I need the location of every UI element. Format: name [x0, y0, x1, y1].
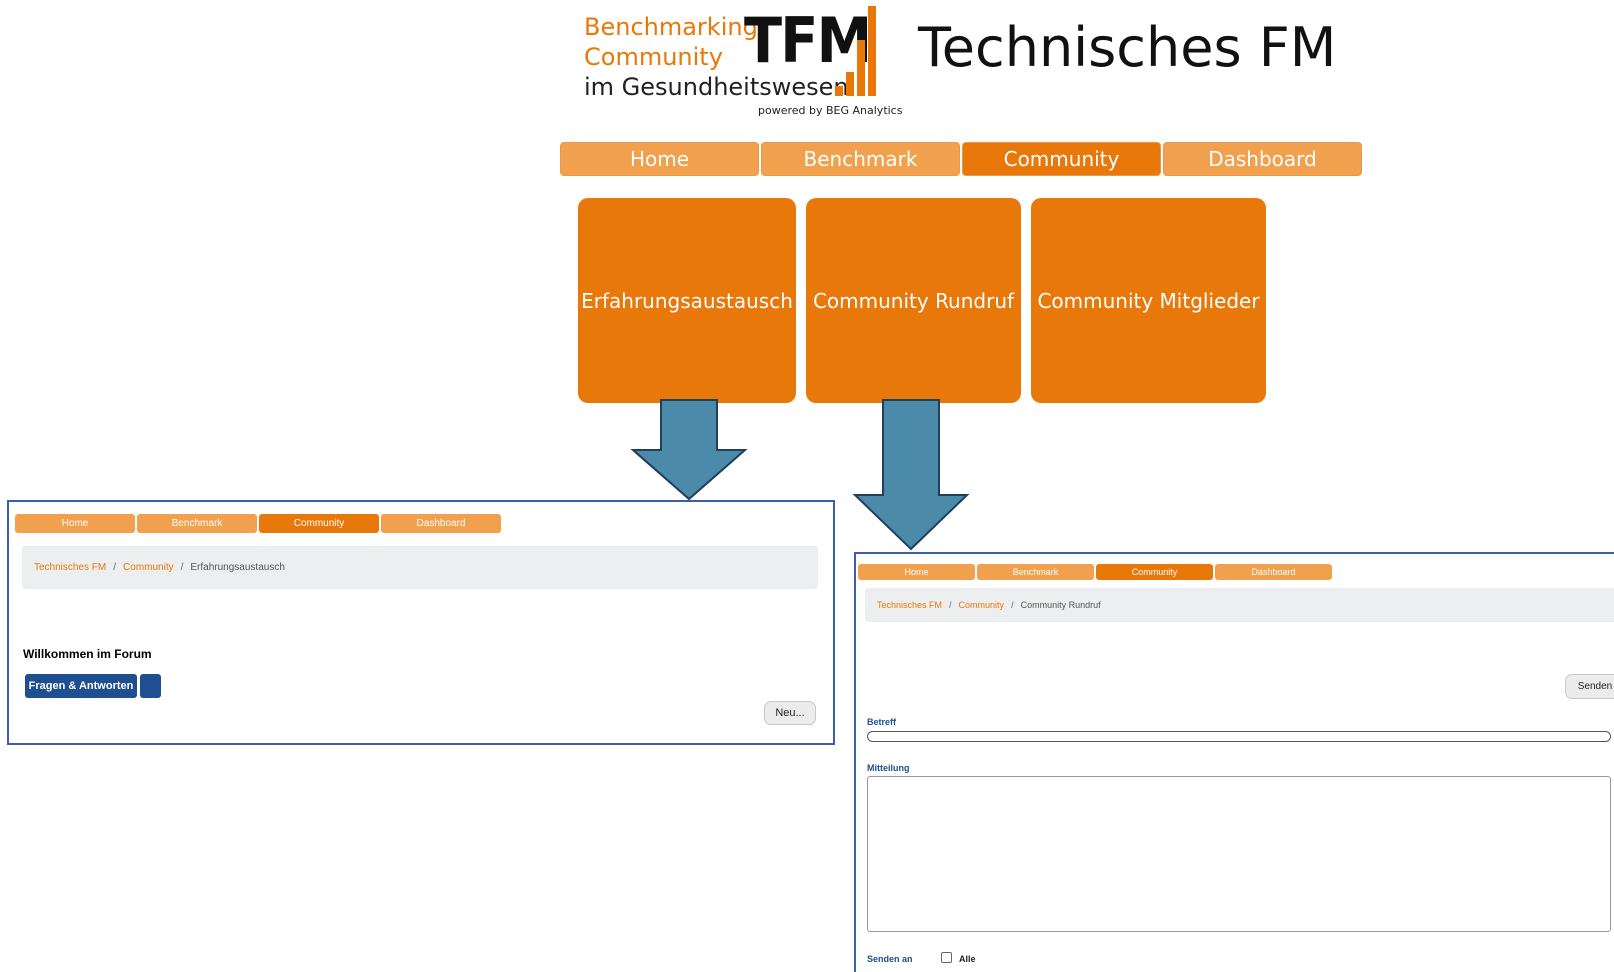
logo-line-2: Community	[584, 43, 723, 71]
breadcrumb-separator: /	[949, 600, 952, 610]
forum-nav-community[interactable]: Community	[259, 514, 379, 533]
tab-extra-button[interactable]	[140, 674, 161, 698]
breadcrumb-link[interactable]: Technisches FM	[34, 562, 106, 573]
tile-erfahrungsaustausch[interactable]: Erfahrungsaustausch	[578, 198, 796, 403]
breadcrumb: Technisches FM / Community / Erfahrungsa…	[22, 546, 818, 589]
forum-screenshot: Home Benchmark Community Dashboard Techn…	[7, 500, 835, 745]
tile-community-rundruf[interactable]: Community Rundruf	[806, 198, 1021, 403]
down-arrow-icon	[852, 399, 970, 551]
breadcrumb-current: Community Rundruf	[1020, 600, 1101, 610]
breadcrumb-link[interactable]: Technisches FM	[877, 600, 942, 610]
tile-community-mitglieder[interactable]: Community Mitglieder	[1031, 198, 1266, 403]
nav-home[interactable]: Home	[560, 142, 759, 176]
rundruf-screenshot: Home Benchmark Community Dashboard Techn…	[854, 552, 1614, 972]
down-arrow-icon	[630, 399, 748, 501]
all-checkbox-label: Alle	[959, 954, 976, 964]
forum-heading: Willkommen im Forum	[23, 647, 152, 661]
breadcrumb-current: Erfahrungsaustausch	[190, 562, 285, 573]
subject-input[interactable]	[867, 731, 1611, 742]
logo-line-1: Benchmarking	[584, 13, 758, 41]
logo-powered: powered by BEG Analytics	[758, 104, 903, 117]
main-nav: Home Benchmark Community Dashboard	[560, 142, 1362, 176]
breadcrumb-link[interactable]: Community	[959, 600, 1005, 610]
breadcrumb: Technisches FM / Community / Community R…	[865, 588, 1614, 622]
breadcrumb-separator: /	[180, 562, 184, 573]
all-checkbox[interactable]	[941, 952, 952, 963]
rundruf-nav: Home Benchmark Community Dashboard	[858, 564, 1332, 580]
site-title: Technisches FM	[918, 16, 1337, 79]
logo-mark: TFM	[744, 4, 872, 77]
nav-community[interactable]: Community	[962, 142, 1161, 176]
forum-nav-dashboard[interactable]: Dashboard	[381, 514, 501, 533]
message-textarea[interactable]	[867, 776, 1611, 932]
breadcrumb-separator: /	[1011, 600, 1014, 610]
rundruf-nav-home[interactable]: Home	[858, 564, 975, 580]
nav-benchmark[interactable]: Benchmark	[761, 142, 960, 176]
nav-dashboard[interactable]: Dashboard	[1163, 142, 1362, 176]
rundruf-nav-community[interactable]: Community	[1096, 564, 1213, 580]
rundruf-nav-dashboard[interactable]: Dashboard	[1215, 564, 1332, 580]
subject-label: Betreff	[867, 717, 897, 727]
tab-fragen-antworten[interactable]: Fragen & Antworten	[25, 674, 137, 698]
send-to-label: Senden an	[867, 954, 913, 964]
rundruf-nav-benchmark[interactable]: Benchmark	[977, 564, 1094, 580]
message-label: Mitteilung	[867, 763, 910, 773]
new-post-button[interactable]: Neu...	[764, 701, 816, 725]
send-button[interactable]: Senden	[1565, 674, 1614, 699]
forum-nav-home[interactable]: Home	[15, 514, 135, 533]
forum-nav: Home Benchmark Community Dashboard	[15, 514, 501, 533]
breadcrumb-separator: /	[113, 562, 117, 573]
forum-nav-benchmark[interactable]: Benchmark	[137, 514, 257, 533]
breadcrumb-link[interactable]: Community	[123, 562, 174, 573]
